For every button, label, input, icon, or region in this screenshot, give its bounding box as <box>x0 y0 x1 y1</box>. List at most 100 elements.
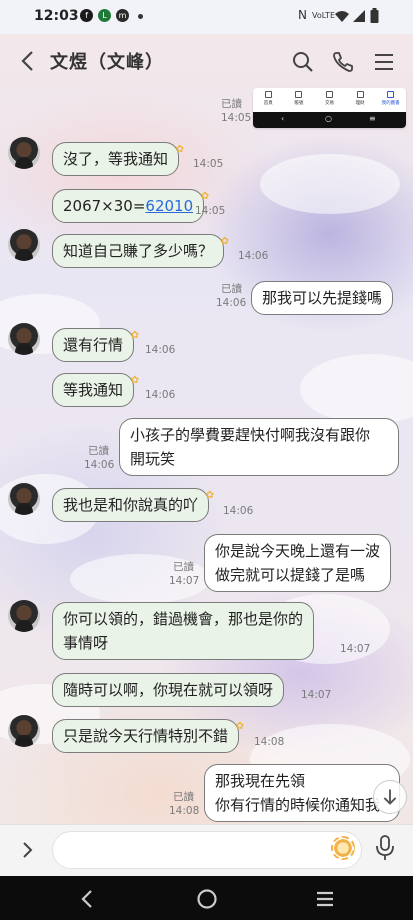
sticker-decoration-icon: ✿ <box>220 236 230 247</box>
emoji-icon[interactable] <box>331 836 355 860</box>
overlay-nav-trade[interactable]: 交易 <box>317 88 341 112</box>
back-icon[interactable]: ‹ <box>281 114 284 123</box>
message-time: 14:08 <box>169 805 200 817</box>
avatar[interactable] <box>8 483 40 515</box>
overlay-home-icon <box>264 91 272 98</box>
message-text-line2: 做完就可以提錢了是嗎 <box>215 566 366 584</box>
message-bubble[interactable]: 你是說今天晚上還有一波 做完就可以提錢了是嗎 <box>204 534 392 592</box>
overlay-trade-icon <box>325 91 333 98</box>
overlay-finance-icon <box>356 91 364 98</box>
message-bubble[interactable]: 那我可以先提錢嗎 <box>251 281 394 315</box>
read-receipt: 已讀 <box>173 561 194 573</box>
message-time: 14:06 <box>238 250 269 262</box>
message-text: 那我現在先領 <box>215 772 306 790</box>
mic-icon[interactable] <box>374 834 396 862</box>
nav-back-icon[interactable] <box>77 888 99 910</box>
signal-icon <box>353 10 365 22</box>
recents-icon[interactable]: ≡ <box>369 114 376 123</box>
message-text: 2067×30= <box>63 197 146 215</box>
avatar[interactable] <box>8 600 40 632</box>
message-time: 14:05 <box>221 112 252 124</box>
sticker-decoration-icon: ✿ <box>130 330 140 341</box>
chat-header: 文煜（文峰） <box>0 34 413 90</box>
overlay-nav-home[interactable]: 首頁 <box>256 88 280 112</box>
message-bubble[interactable]: 我也是和你說真的吖 ✿ <box>52 488 214 522</box>
message-time: 14:05 <box>195 205 226 217</box>
nav-recents-icon[interactable] <box>314 888 336 910</box>
sticker-decoration-icon: ✿ <box>130 375 140 386</box>
sticker-decoration-icon: ✿ <box>205 490 215 501</box>
overlay-library-icon <box>387 91 395 98</box>
back-arrow-icon[interactable] <box>16 48 42 74</box>
message-text: 還有行情 <box>63 336 124 354</box>
message-bubble[interactable]: 沒了，等我通知 ✿ <box>52 142 184 176</box>
message-bubble[interactable]: 等我通知 ✿ <box>52 373 139 407</box>
message-bubble[interactable]: 只是說今天行情特別不錯 ✿ <box>52 719 244 753</box>
message-bubble[interactable]: 隨時可以啊，你現在就可以領呀 <box>52 673 285 707</box>
message-time: 14:08 <box>254 736 285 748</box>
sticker-decoration-icon: ✿ <box>235 721 245 732</box>
message-time: 14:06 <box>84 459 115 471</box>
message-text: 沒了，等我通知 <box>63 150 169 168</box>
overlay-nav: 首頁 帳號 交易 理財 我的圖書 <box>253 88 406 112</box>
nav-home-icon[interactable] <box>196 888 218 910</box>
message-text-line2: 你有行情的時候你通知我 <box>215 796 381 814</box>
overlay-account-icon <box>295 91 303 98</box>
overlay-system-bar: ‹ ○ ≡ <box>253 112 406 128</box>
system-nav-bar <box>0 876 413 920</box>
sticker-decoration-icon: ✿ <box>175 144 185 155</box>
message-bubble[interactable]: 知道自己賺了多少嗎？ ✿ <box>52 234 229 268</box>
read-receipt: 已讀 <box>221 98 242 110</box>
facebook-icon: f <box>80 9 93 22</box>
message-link[interactable]: 62010 <box>145 197 193 215</box>
message-text: 你可以領的，錯過機會，那也是你的 <box>63 610 304 628</box>
chat-title: 文煜（文峰） <box>50 52 164 73</box>
phone-icon[interactable] <box>331 50 355 74</box>
dot-icon <box>138 14 143 19</box>
message-input[interactable] <box>52 831 362 869</box>
message-text: 等我通知 <box>63 381 124 399</box>
scroll-down-icon[interactable] <box>373 780 407 814</box>
message-text: 隨時可以啊，你現在就可以領呀 <box>63 681 274 699</box>
message-time: 14:05 <box>193 158 224 170</box>
overlay-nav-account[interactable]: 帳號 <box>287 88 311 112</box>
message-time: 14:07 <box>340 643 371 655</box>
message-time: 14:07 <box>301 689 332 701</box>
overlay-nav-library[interactable]: 我的圖書 <box>379 88 403 112</box>
volte-icon: VoLTE <box>312 11 336 20</box>
expand-icon[interactable] <box>16 839 38 861</box>
message-text: 只是說今天行情特別不錯 <box>63 727 229 745</box>
message-bubble[interactable]: 你可以領的，錯過機會，那也是你的 事情呀 <box>52 602 315 660</box>
status-time: 12:03 <box>34 8 79 24</box>
message-text: 小孩子的學費要趕快付啊我沒有跟你 <box>130 426 371 444</box>
overlay-nav-finance[interactable]: 理財 <box>348 88 372 112</box>
home-icon[interactable]: ○ <box>325 114 332 123</box>
avatar[interactable] <box>8 323 40 355</box>
message-text: 你是說今天晚上還有一波 <box>215 542 381 560</box>
overlay-app-window[interactable]: 首頁 帳號 交易 理財 我的圖書 ‹ ○ ≡ <box>253 88 406 128</box>
message-bubble[interactable]: 那我現在先領你有行情的時候你通知我 <box>204 764 400 822</box>
menu-icon[interactable] <box>372 50 396 74</box>
status-bar: 12:03 f L m N VoLTE <box>0 0 413 34</box>
line-notify-icon: L <box>98 9 111 22</box>
message-time: 14:06 <box>145 344 176 356</box>
read-receipt: 已讀 <box>173 791 194 803</box>
nfc-icon: N <box>298 8 307 22</box>
message-time: 14:07 <box>169 575 200 587</box>
message-text: 我也是和你說真的吖 <box>63 496 199 514</box>
message-bubble[interactable]: 小孩子的學費要趕快付啊我沒有跟你 開玩笑 <box>119 418 399 476</box>
message-time: 14:06 <box>216 297 247 309</box>
message-text: 知道自己賺了多少嗎？ <box>63 242 214 260</box>
avatar[interactable] <box>8 229 40 261</box>
avatar[interactable] <box>8 137 40 169</box>
read-receipt: 已讀 <box>88 445 109 457</box>
message-bubble[interactable]: 還有行情 ✿ <box>52 328 139 362</box>
message-text-line2: 開玩笑 <box>130 450 176 468</box>
facebook-messenger-icon: m <box>116 9 129 22</box>
search-icon[interactable] <box>291 50 315 74</box>
avatar[interactable] <box>8 715 40 747</box>
message-bubble[interactable]: 2067×30=62010 ✿ <box>52 189 209 223</box>
message-time: 14:06 <box>145 389 176 401</box>
read-receipt: 已讀 <box>221 283 242 295</box>
wifi-icon <box>335 11 349 22</box>
